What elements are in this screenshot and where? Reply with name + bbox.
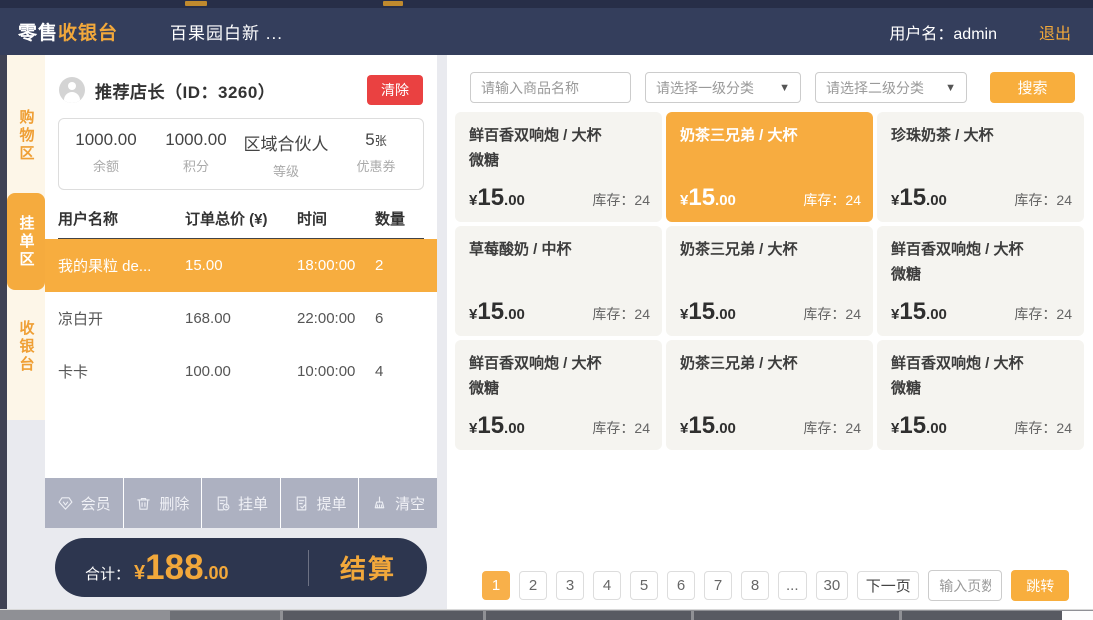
retrieve-order-button[interactable]: 提单 bbox=[281, 478, 360, 528]
pagination: 1 2 3 4 5 6 7 8 ... 30 下一页 跳转 bbox=[482, 570, 1069, 601]
chevron-down-icon: ▼ bbox=[779, 82, 790, 94]
product-card[interactable]: 草莓酸奶 / 中杯 ¥15.00库存：24 bbox=[455, 226, 662, 336]
jump-button[interactable]: 跳转 bbox=[1011, 570, 1069, 601]
stock-label: 库存：24 bbox=[592, 190, 650, 210]
sidebar-tab-shopping[interactable]: 购物区 bbox=[7, 90, 45, 182]
background-window-fragment bbox=[383, 1, 403, 6]
store-name: 百果园白新 ... bbox=[170, 19, 283, 44]
stock-label: 库存：24 bbox=[592, 304, 650, 324]
top-navbar: 零售收银台 百果园白新 ... 用户名：admin 退出 bbox=[0, 8, 1093, 55]
stock-label: 库存：24 bbox=[803, 418, 861, 438]
product-card[interactable]: 珍珠奶茶 / 大杯 ¥15.00库存：24 bbox=[877, 112, 1084, 222]
total-decimal: .00 bbox=[204, 563, 229, 584]
stat-points: 1000.00 积分 bbox=[151, 130, 241, 180]
clear-broom-icon bbox=[371, 495, 388, 512]
retrieve-order-icon bbox=[293, 495, 310, 512]
stock-label: 库存：24 bbox=[1014, 304, 1072, 324]
stat-level: 区域合伙人 等级 bbox=[241, 130, 331, 180]
sidebar-tab-held-orders[interactable]: 挂单区 bbox=[7, 193, 45, 290]
category1-select[interactable]: 请选择一级分类 ▼ bbox=[645, 72, 801, 103]
member-order-panel: 推荐店长（ID：3260） 清除 1000.00 余额 1000.00 积分 区… bbox=[45, 55, 437, 478]
page-button-30[interactable]: 30 bbox=[816, 571, 849, 600]
left-edge-strip bbox=[0, 55, 7, 609]
product-card[interactable]: 奶茶三兄弟 / 大杯 ¥15.00库存：24 bbox=[666, 226, 873, 336]
stock-label: 库存：24 bbox=[1014, 418, 1072, 438]
product-card-selected[interactable]: 奶茶三兄弟 / 大杯 ¥15.00库存：24 bbox=[666, 112, 873, 222]
member-header: 推荐店长（ID：3260） 清除 bbox=[45, 55, 437, 105]
category2-select[interactable]: 请选择二级分类 ▼ bbox=[815, 72, 967, 103]
total-amount: 合计： ¥ 188 .00 bbox=[55, 548, 308, 588]
product-card[interactable]: 鲜百香双响炮 / 大杯 微糖 ¥15.00库存：24 bbox=[877, 226, 1084, 336]
total-integer: 188 bbox=[145, 548, 203, 588]
stock-label: 库存：24 bbox=[1014, 190, 1072, 210]
page-button-7[interactable]: 7 bbox=[704, 571, 732, 600]
chevron-down-icon: ▼ bbox=[945, 82, 956, 94]
order-action-bar: 会员 删除 挂单 提单 清空 bbox=[45, 478, 437, 528]
background-window-strip-top bbox=[0, 0, 1093, 8]
currency-symbol: ¥ bbox=[134, 562, 145, 585]
background-window-strip-bottom bbox=[0, 609, 1093, 620]
page-button-5[interactable]: 5 bbox=[630, 571, 658, 600]
page-button-4[interactable]: 4 bbox=[593, 571, 621, 600]
stock-label: 库存：24 bbox=[592, 418, 650, 438]
clear-all-button[interactable]: 清空 bbox=[359, 478, 437, 528]
page-button-1[interactable]: 1 bbox=[482, 571, 510, 600]
table-row[interactable]: 凉白开 168.00 22:00:00 6 bbox=[58, 292, 424, 345]
table-row[interactable]: 我的果粒 de... 15.00 18:00:00 2 bbox=[45, 239, 437, 292]
product-card[interactable]: 奶茶三兄弟 / 大杯 ¥15.00库存：24 bbox=[666, 340, 873, 450]
sidebar-tab-cashier[interactable]: 收银台 bbox=[7, 302, 45, 392]
navbar-right: 用户名：admin 退出 bbox=[889, 20, 1071, 44]
stat-coupons: 5张 优惠券 bbox=[331, 130, 421, 180]
table-row[interactable]: 卡卡 100.00 10:00:00 4 bbox=[58, 345, 424, 398]
member-stats-card: 1000.00 余额 1000.00 积分 区域合伙人 等级 5张 优惠券 bbox=[58, 118, 424, 190]
settle-button[interactable]: 结算 bbox=[309, 549, 427, 586]
member-button[interactable]: 会员 bbox=[45, 478, 124, 528]
page-ellipsis[interactable]: ... bbox=[778, 571, 807, 600]
username-label: 用户名：admin bbox=[889, 20, 997, 44]
member-avatar-icon bbox=[59, 77, 85, 103]
product-card[interactable]: 鲜百香双响炮 / 大杯 微糖 ¥15.00库存：24 bbox=[455, 112, 662, 222]
background-window-fragment bbox=[185, 1, 207, 6]
trash-icon bbox=[135, 495, 152, 512]
next-page-button[interactable]: 下一页 bbox=[857, 571, 919, 600]
brand-suffix: 收银台 bbox=[58, 23, 118, 44]
hold-order-button[interactable]: 挂单 bbox=[202, 478, 281, 528]
held-orders-table: 用户名称 订单总价 (¥) 时间 数量 我的果粒 de... 15.00 18:… bbox=[58, 198, 424, 398]
sidebar: 购物区 挂单区 收银台 bbox=[7, 55, 45, 420]
delete-button[interactable]: 删除 bbox=[124, 478, 203, 528]
product-card[interactable]: 鲜百香双响炮 / 大杯 微糖 ¥15.00库存：24 bbox=[877, 340, 1084, 450]
product-panel: 请选择一级分类 ▼ 请选择二级分类 ▼ 搜索 鲜百香双响炮 / 大杯 微糖 ¥1… bbox=[447, 55, 1093, 609]
stock-label: 库存：24 bbox=[803, 304, 861, 324]
page-button-6[interactable]: 6 bbox=[667, 571, 695, 600]
stock-label: 库存：24 bbox=[803, 190, 861, 210]
hold-order-icon bbox=[214, 495, 231, 512]
brand-prefix: 零售 bbox=[18, 23, 58, 44]
app-brand: 零售收银台 bbox=[18, 18, 118, 45]
table-header: 用户名称 订单总价 (¥) 时间 数量 bbox=[58, 198, 424, 239]
page-number-input[interactable] bbox=[928, 570, 1002, 601]
page-button-8[interactable]: 8 bbox=[741, 571, 769, 600]
clear-member-button[interactable]: 清除 bbox=[367, 75, 423, 105]
product-filter-row: 请选择一级分类 ▼ 请选择二级分类 ▼ 搜索 bbox=[447, 72, 1093, 103]
product-card[interactable]: 鲜百香双响炮 / 大杯 微糖 ¥15.00库存：24 bbox=[455, 340, 662, 450]
member-name: 推荐店长（ID：3260） bbox=[95, 78, 275, 103]
page-button-2[interactable]: 2 bbox=[519, 571, 547, 600]
total-label: 合计： bbox=[85, 563, 130, 584]
search-button[interactable]: 搜索 bbox=[990, 72, 1075, 103]
logout-link[interactable]: 退出 bbox=[1039, 20, 1071, 44]
product-search-input[interactable] bbox=[470, 72, 631, 103]
stat-balance: 1000.00 余额 bbox=[61, 130, 151, 180]
checkout-bar: 合计： ¥ 188 .00 结算 bbox=[55, 538, 427, 597]
page-button-3[interactable]: 3 bbox=[556, 571, 584, 600]
vip-diamond-icon bbox=[57, 495, 74, 512]
